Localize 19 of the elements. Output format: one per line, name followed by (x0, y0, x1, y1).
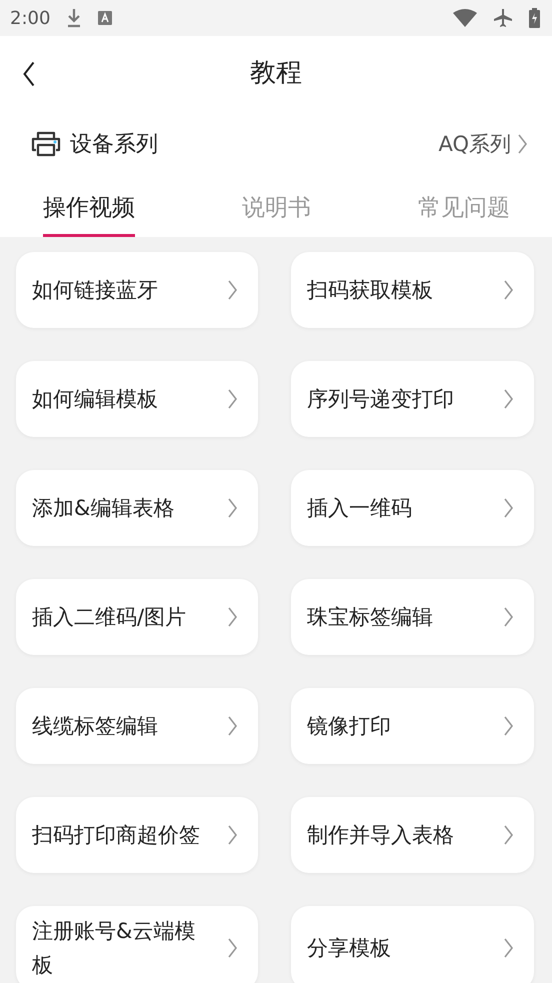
tutorial-card[interactable]: 镜像打印 (291, 688, 534, 764)
tutorial-card[interactable]: 如何编辑模板 (16, 361, 258, 437)
tutorial-card[interactable]: 如何链接蓝牙 (16, 252, 258, 328)
status-time: 2:00 (10, 8, 50, 28)
tab[interactable]: 操作视频 (43, 180, 135, 237)
tutorial-card[interactable]: 珠宝标签编辑 (291, 579, 534, 655)
tutorial-card[interactable]: 线缆标签编辑 (16, 688, 258, 764)
tutorial-card[interactable]: 扫码打印商超价签 (16, 797, 258, 873)
series-selector[interactable]: AQ系列 (438, 130, 528, 158)
tutorial-card[interactable]: 添加&编辑表格 (16, 470, 258, 546)
tutorial-card[interactable]: 插入一维码 (291, 470, 534, 546)
tutorial-card[interactable]: 注册账号&云端模板 (16, 906, 258, 983)
device-series-label: 设备系列 (70, 131, 158, 159)
page-title: 教程 (250, 56, 302, 90)
tutorial-card[interactable]: 分享模板 (291, 906, 534, 983)
tutorial-card[interactable]: 制作并导入表格 (291, 797, 534, 873)
tutorial-card[interactable]: 扫码获取模板 (291, 252, 534, 328)
tutorial-card[interactable]: 插入二维码/图片 (16, 579, 258, 655)
tutorial-card[interactable]: 序列号递变打印 (291, 361, 534, 437)
